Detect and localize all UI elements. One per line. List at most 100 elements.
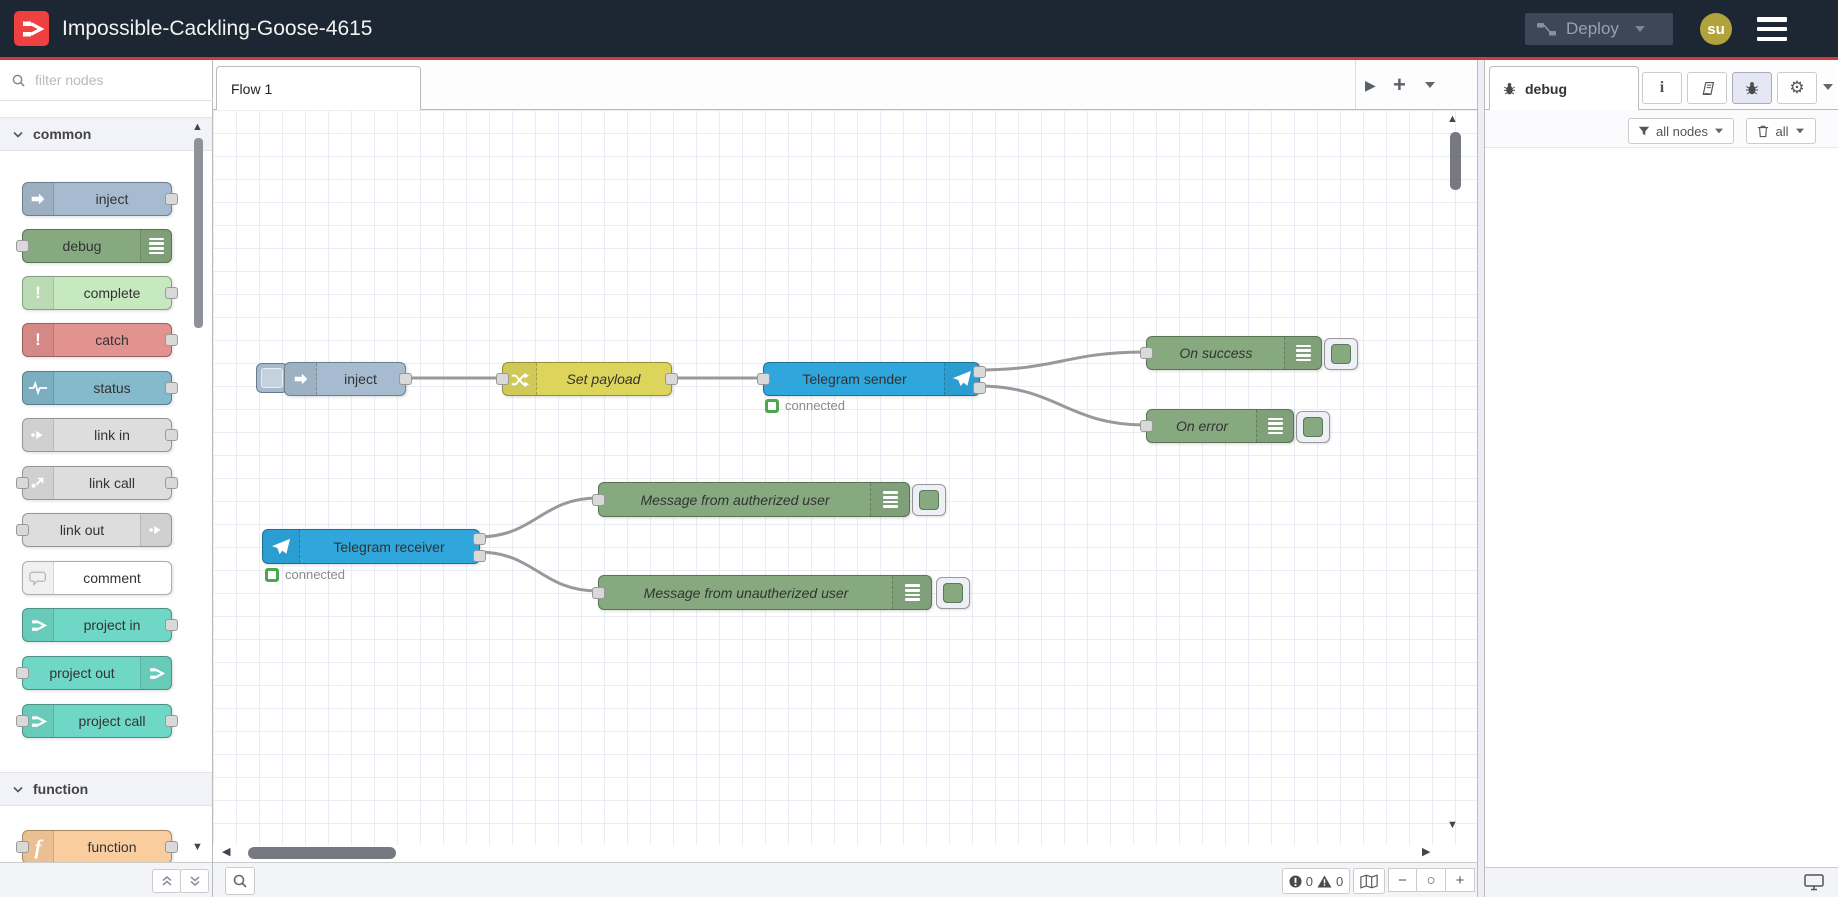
palette-node-catch[interactable]: ! catch [22, 323, 178, 357]
status-dot-icon [265, 567, 279, 582]
palette-node-link-call[interactable]: link call [16, 466, 178, 500]
zoom-in-button[interactable]: + [1446, 868, 1475, 892]
filter-funnel-icon [1638, 126, 1650, 136]
debug-toggle-button[interactable] [1324, 338, 1358, 370]
user-avatar[interactable]: su [1700, 13, 1732, 45]
input-port[interactable] [16, 240, 29, 252]
tab-debug[interactable]: debug [1489, 66, 1639, 110]
deploy-options-caret-icon[interactable] [1634, 26, 1645, 32]
palette-filter [0, 60, 213, 101]
output-port[interactable] [165, 193, 178, 205]
output-port[interactable] [665, 373, 678, 385]
input-port[interactable] [592, 493, 605, 506]
debug-toggle-button[interactable] [912, 484, 946, 516]
output-port[interactable] [165, 477, 178, 489]
collapse-all-button[interactable] [152, 869, 181, 893]
palette-node-project-call[interactable]: project call [16, 704, 178, 738]
filter-nodes-input[interactable] [33, 71, 187, 89]
palette-node-label: project in [83, 617, 141, 633]
palette-node-project-out[interactable]: project out [16, 656, 172, 690]
output-port[interactable] [165, 841, 178, 853]
flow-node-on-success[interactable]: On success [1140, 336, 1322, 370]
palette-node-debug[interactable]: debug [16, 229, 172, 263]
open-debug-window-button[interactable] [1804, 874, 1824, 896]
add-flow-button[interactable]: + [1393, 72, 1406, 98]
output-port-1[interactable] [473, 533, 486, 545]
sidebar-resize-handle[interactable] [1477, 60, 1485, 897]
output-port-1[interactable] [973, 366, 986, 378]
input-port[interactable] [592, 586, 605, 599]
zoom-out-button[interactable]: − [1388, 868, 1417, 892]
flow-node-message-unauthorized[interactable]: Message from unautherized user [592, 575, 932, 610]
output-port[interactable] [165, 334, 178, 346]
debug-toggle-button[interactable] [936, 577, 970, 609]
palette-node-complete[interactable]: ! complete [22, 276, 178, 310]
debug-tab-button[interactable] [1732, 72, 1772, 104]
output-port-2[interactable] [973, 382, 986, 394]
navigator-button[interactable] [1353, 868, 1385, 894]
input-port[interactable] [16, 841, 29, 853]
output-port[interactable] [165, 382, 178, 394]
zoom-reset-button[interactable]: ○ [1417, 868, 1446, 892]
book-icon [1702, 81, 1714, 95]
help-tab-button[interactable] [1687, 72, 1727, 104]
category-common[interactable]: common [0, 117, 212, 151]
main-menu-button[interactable] [1757, 17, 1787, 41]
input-port[interactable] [757, 373, 770, 385]
notifications-badge[interactable]: 0 0 [1282, 868, 1350, 894]
flow-node-telegram-receiver[interactable]: Telegram receiver [262, 529, 486, 564]
palette-node-label: inject [95, 191, 129, 207]
flow-node-inject[interactable]: inject [284, 362, 412, 396]
tab-flow-1[interactable]: Flow 1 [216, 66, 421, 110]
category-function[interactable]: function [0, 772, 212, 806]
config-tab-button[interactable]: ⚙ [1777, 72, 1817, 104]
palette-node-inject[interactable]: inject [22, 182, 178, 216]
palette-scrollbar-thumb[interactable] [194, 138, 203, 328]
double-chevron-up-icon [161, 875, 172, 886]
output-port[interactable] [399, 373, 412, 385]
debug-filter-button[interactable]: all nodes [1628, 118, 1734, 144]
flow-node-telegram-sender[interactable]: Telegram sender [757, 362, 986, 396]
palette-node-function[interactable]: f function [16, 830, 178, 864]
output-port[interactable] [165, 619, 178, 631]
canvas-scroll-left-icon[interactable]: ◀ [222, 847, 230, 858]
output-port[interactable] [165, 429, 178, 441]
palette-node-project-in[interactable]: project in [22, 608, 178, 642]
debug-clear-button[interactable]: all [1746, 118, 1816, 144]
palette-scroll-down-icon[interactable]: ▼ [192, 842, 203, 853]
output-port-2[interactable] [473, 550, 486, 562]
input-port[interactable] [16, 524, 29, 536]
palette-node-link-in[interactable]: link in [22, 418, 178, 452]
expand-all-button[interactable] [180, 869, 209, 893]
monitor-icon [1804, 874, 1824, 891]
palette-node-comment[interactable]: comment [22, 561, 172, 595]
canvas-search-button[interactable] [225, 867, 255, 895]
info-icon: i [1659, 79, 1665, 96]
deploy-button[interactable]: Deploy [1525, 13, 1673, 45]
palette-node-status[interactable]: status [22, 371, 178, 405]
debug-toggle-button[interactable] [1296, 411, 1330, 443]
flow-node-set-payload[interactable]: Set payload [496, 362, 678, 396]
palette-node-label: debug [62, 238, 102, 254]
debug-message-list[interactable] [1485, 148, 1838, 867]
output-port[interactable] [165, 287, 178, 299]
input-port[interactable] [1140, 347, 1153, 359]
status-text: connected [285, 567, 345, 582]
canvas-scroll-right-icon[interactable]: ▶ [1422, 847, 1430, 858]
palette-scroll-up-icon[interactable]: ▲ [192, 122, 203, 133]
info-tab-button[interactable]: i [1642, 72, 1682, 104]
input-port[interactable] [16, 667, 29, 679]
sidebar-tabs-caret-icon[interactable] [1823, 84, 1833, 90]
flow-node-message-authorized[interactable]: Message from autherized user [592, 482, 910, 517]
output-port[interactable] [165, 715, 178, 727]
input-port[interactable] [16, 715, 29, 727]
flow-list-caret-icon[interactable] [1425, 82, 1435, 88]
canvas-hscrollbar-thumb[interactable] [248, 847, 396, 859]
input-port[interactable] [496, 373, 509, 385]
node-status: connected [765, 398, 845, 413]
palette-node-link-out[interactable]: link out [16, 513, 172, 547]
tab-scroll-right-icon[interactable]: ▶ [1365, 78, 1376, 92]
flow-node-on-error[interactable]: On error [1140, 409, 1294, 443]
input-port[interactable] [1140, 420, 1153, 432]
input-port[interactable] [16, 477, 29, 489]
